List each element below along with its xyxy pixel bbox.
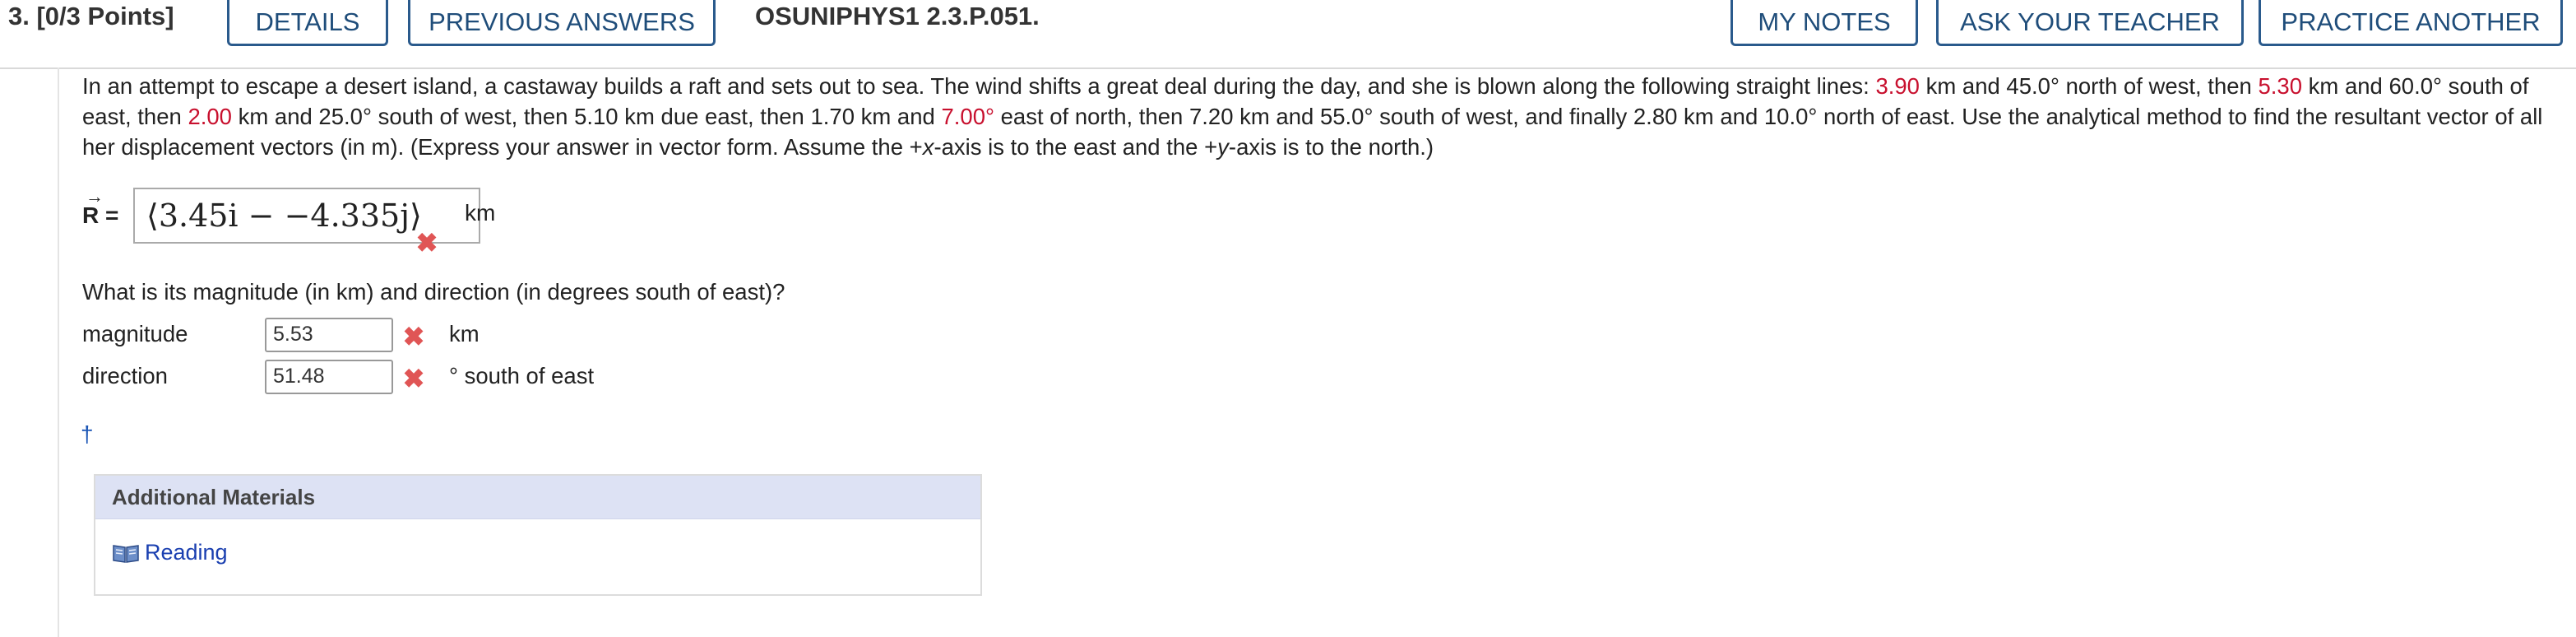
ask-teacher-button[interactable]: ASK YOUR TEACHER: [1936, 0, 2244, 46]
incorrect-icon: ✖: [402, 364, 425, 393]
question2-text: What is its magnitude (in km) and direct…: [82, 279, 785, 305]
magnitude-input[interactable]: 5.53: [265, 318, 393, 352]
previous-answers-button[interactable]: PREVIOUS ANSWERS: [408, 0, 716, 46]
incorrect-icon: ✖: [415, 228, 438, 258]
value-highlight: 2.00: [188, 104, 232, 129]
magnitude-unit: km: [449, 321, 480, 346]
direction-input[interactable]: 51.48: [265, 360, 393, 394]
resultant-label: R =: [82, 202, 119, 228]
value-highlight: 3.90: [1875, 73, 1920, 99]
additional-materials-title: Additional Materials: [95, 476, 980, 519]
book-icon: [112, 542, 140, 564]
additional-materials-panel: Additional Materials Reading: [94, 474, 982, 596]
left-rule: [58, 67, 59, 637]
question-number: 3. [0/3 Points]: [8, 2, 174, 30]
question-header: 3. [0/3 Points] DETAILS PREVIOUS ANSWERS…: [0, 0, 2576, 69]
magnitude-label: magnitude: [82, 321, 188, 346]
details-button[interactable]: DETAILS: [227, 0, 388, 46]
reading-label[interactable]: Reading: [145, 540, 228, 565]
direction-label: direction: [82, 363, 168, 388]
resultant-unit: km: [465, 200, 496, 226]
direction-unit: ° south of east: [449, 363, 595, 388]
problem-text: In an attempt to escape a desert island,…: [82, 73, 2543, 160]
reading-link[interactable]: Reading: [112, 540, 228, 565]
footnote-link[interactable]: †: [81, 421, 94, 448]
value-highlight: 7.00°: [941, 104, 994, 129]
practice-another-button[interactable]: PRACTICE ANOTHER: [2259, 0, 2563, 46]
my-notes-button[interactable]: MY NOTES: [1730, 0, 1918, 46]
question-id: OSUNIPHYS1 2.3.P.051.: [755, 2, 1040, 30]
value-highlight: 5.30: [2258, 73, 2303, 99]
incorrect-icon: ✖: [402, 322, 425, 351]
